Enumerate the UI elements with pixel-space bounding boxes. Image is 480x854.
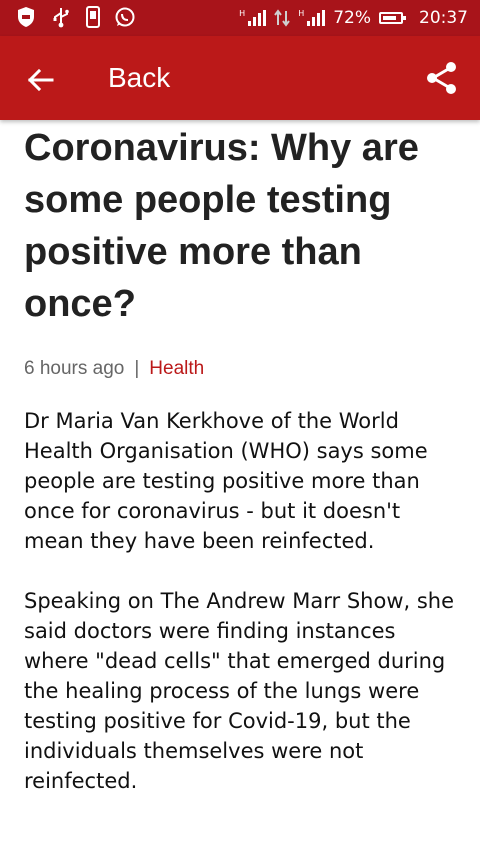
back-button[interactable]: Back — [108, 62, 170, 94]
section-link[interactable]: Health — [149, 358, 204, 380]
status-right: H H 72% 20:37 — [239, 0, 468, 36]
whatsapp-icon — [115, 7, 135, 27]
meta-separator: | — [134, 358, 140, 379]
usb-icon — [53, 8, 69, 28]
app-bar: Back — [0, 36, 480, 120]
phone-icon — [86, 6, 100, 28]
article-headline: Coronavirus: Why are some people testing… — [24, 127, 419, 325]
article-paragraph: Dr Maria Van Kerkhove of the World Healt… — [24, 409, 428, 553]
article: Coronavirus: Why are some people testing… — [24, 120, 460, 796]
article-meta: 6 hours ago | Health — [24, 358, 460, 380]
status-bar: H H 72% 20:37 — [0, 0, 480, 36]
arrow-left-icon[interactable] — [20, 60, 60, 100]
article-timestamp: 6 hours ago — [24, 358, 125, 379]
signal-type-label: H — [239, 9, 246, 18]
signal-icon: H — [239, 9, 267, 26]
shield-icon — [18, 7, 34, 27]
battery-percent: 72% — [333, 8, 371, 28]
notification-icons — [16, 6, 136, 28]
data-transfer-icon — [274, 9, 290, 27]
battery-icon — [379, 12, 406, 24]
signal-icon: H — [298, 9, 326, 26]
article-paragraph: Speaking on The Andrew Marr Show, she sa… — [24, 589, 455, 793]
clock: 20:37 — [419, 8, 468, 28]
share-icon[interactable] — [424, 60, 460, 96]
signal-type-label: H — [298, 9, 305, 18]
